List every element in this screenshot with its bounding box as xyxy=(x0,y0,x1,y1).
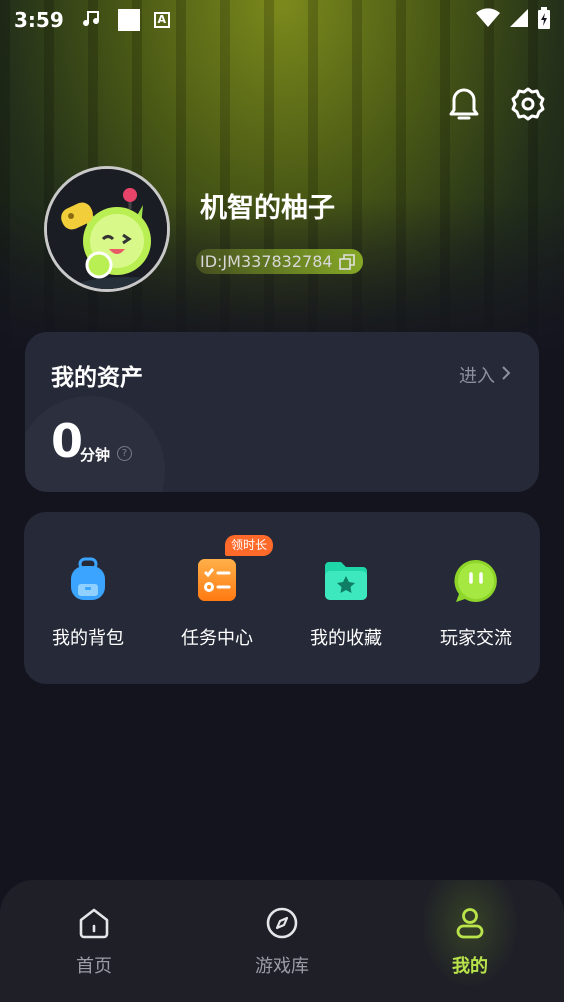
copy-icon[interactable] xyxy=(338,253,355,270)
battery-icon xyxy=(538,6,550,34)
feature-label: 我的背包 xyxy=(52,628,124,649)
home-icon xyxy=(77,906,111,940)
compass-icon xyxy=(265,906,299,940)
backpack-icon xyxy=(63,556,113,606)
task-badge: 领时长 xyxy=(225,535,274,556)
task-icon xyxy=(192,556,242,606)
nav-label: 首页 xyxy=(76,956,112,977)
feature-label: 任务中心 xyxy=(181,628,253,649)
nav-home[interactable]: 首页 xyxy=(34,906,154,978)
square-notification-icon xyxy=(117,9,140,31)
feature-favorites[interactable]: 我的收藏 xyxy=(286,556,406,656)
nav-game-library[interactable]: 游戏库 xyxy=(222,906,342,978)
assets-value: 0 xyxy=(51,414,84,468)
user-id-pill[interactable]: ID:JM337832784 xyxy=(196,249,363,274)
gear-icon[interactable] xyxy=(510,86,546,122)
help-icon[interactable]: ? xyxy=(117,446,132,461)
a-notification-icon: A xyxy=(153,12,170,28)
assets-enter-label: 进入 xyxy=(459,366,495,387)
wifi-icon xyxy=(476,7,500,33)
assets-enter-link[interactable]: 进入 xyxy=(459,362,511,388)
features-card: 领时长 我的背包 任务中心 我的收藏 玩家交流 xyxy=(24,512,540,684)
nav-me[interactable]: 我的 xyxy=(410,906,530,978)
bottom-nav: 首页 游戏库 我的 xyxy=(0,880,564,1002)
feature-label: 我的收藏 xyxy=(310,628,382,649)
chat-icon xyxy=(451,556,501,606)
nav-label: 游戏库 xyxy=(255,956,309,977)
feature-task-center[interactable]: 任务中心 xyxy=(157,556,277,656)
music-note-icon xyxy=(82,7,104,34)
assets-unit: 分钟 xyxy=(80,446,111,464)
signal-icon xyxy=(510,8,528,32)
user-icon xyxy=(453,906,487,940)
assets-title: 我的资产 xyxy=(51,365,143,391)
nav-label: 我的 xyxy=(452,956,488,977)
favorite-folder-icon xyxy=(321,556,371,606)
status-bar: 3:59 A xyxy=(0,0,564,40)
feature-player-chat[interactable]: 玩家交流 xyxy=(416,556,536,656)
username: 机智的柚子 xyxy=(200,193,335,224)
user-id-text: ID:JM337832784 xyxy=(200,252,333,271)
status-time: 3:59 xyxy=(14,8,64,32)
bell-icon[interactable] xyxy=(446,86,482,122)
assets-card[interactable]: 我的资产 进入 0 分钟 ? xyxy=(25,332,539,492)
header-actions xyxy=(446,86,546,122)
feature-label: 玩家交流 xyxy=(440,628,512,649)
avatar[interactable] xyxy=(44,166,170,292)
chevron-right-icon xyxy=(501,365,511,386)
feature-backpack[interactable]: 我的背包 xyxy=(28,556,148,656)
